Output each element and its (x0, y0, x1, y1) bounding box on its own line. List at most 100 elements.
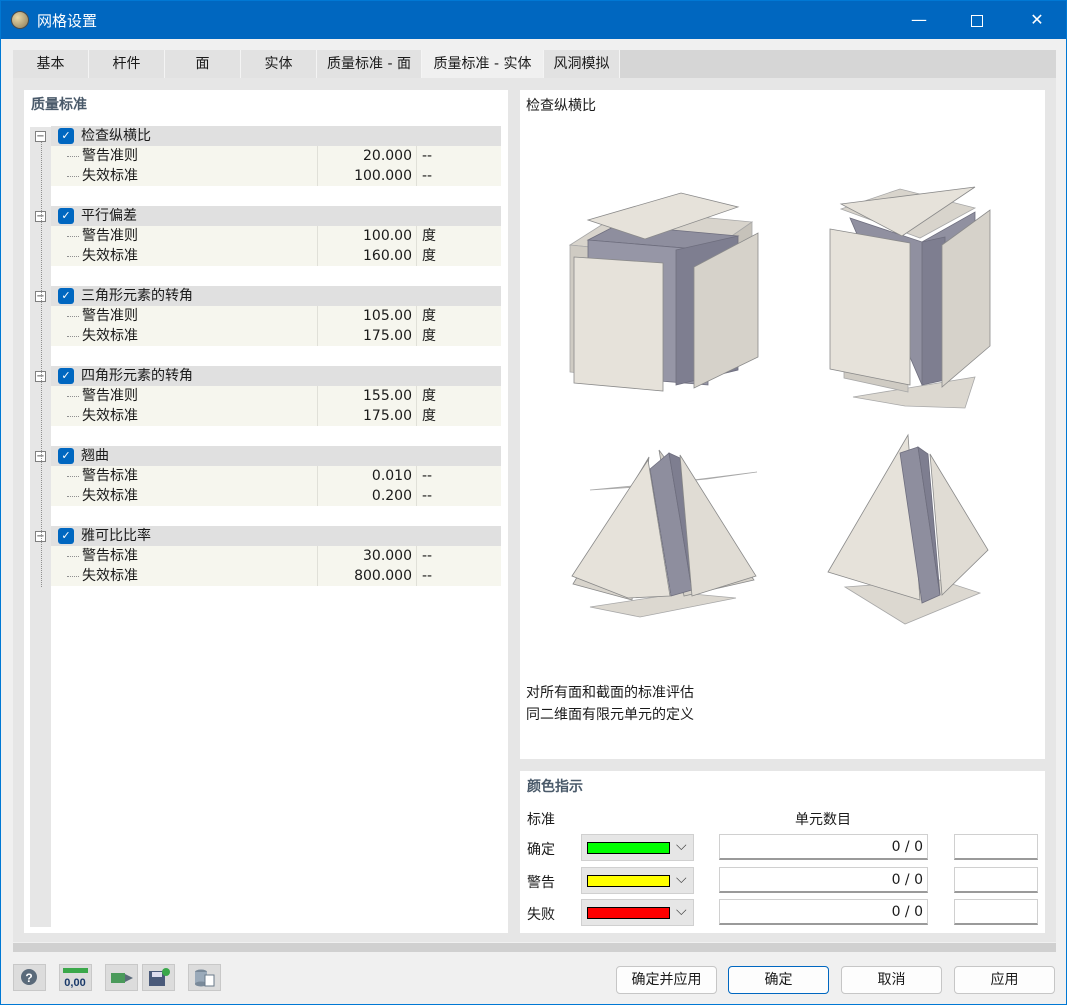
decimal-format-button[interactable]: 0,00 (59, 964, 92, 991)
unit-label: -- (422, 168, 433, 184)
group-triangle-angle: ✓ 三角形元素的转角 (51, 286, 501, 306)
ok-color-swatch (587, 842, 670, 854)
database-icon (195, 969, 215, 987)
ok-extra-field (954, 834, 1038, 860)
table-row: 失效标准 800.000 -- (51, 566, 501, 586)
group-parallel-deviation: ✓ 平行偏差 (51, 206, 501, 226)
row-label: 警告标准 (82, 548, 138, 564)
pyramid-diagram-2 (827, 433, 989, 625)
group-label: 雅可比比率 (81, 528, 151, 544)
group-label: 三角形元素的转角 (81, 288, 193, 304)
export-button[interactable] (105, 964, 138, 991)
warning-color-select[interactable]: ⌵ (581, 867, 694, 894)
tree-line (67, 236, 79, 237)
warning-value[interactable]: 20.000 (317, 146, 417, 166)
row-label: 警告标准 (82, 468, 138, 484)
jacobian-ratio-checkbox[interactable]: ✓ (58, 528, 74, 544)
tree-line (67, 576, 79, 577)
failure-value[interactable]: 100.000 (317, 166, 417, 186)
quad-angle-checkbox[interactable]: ✓ (58, 368, 74, 384)
tree-line (67, 256, 79, 257)
decimal-format-icon: 0,00 (63, 968, 88, 989)
warning-count: 0 / 0 (719, 867, 928, 893)
tree-line (67, 476, 79, 477)
table-row: 警告标准 0.010 -- (51, 466, 501, 486)
tab-basic[interactable]: 基本 (13, 50, 89, 78)
ok-button[interactable]: 确定 (728, 966, 829, 994)
group-label: 四角形元素的转角 (81, 368, 193, 384)
group-warping: ✓ 翘曲 (51, 446, 501, 466)
row-label: 失效标准 (82, 248, 138, 264)
app-icon (11, 11, 29, 29)
collapse-icon[interactable]: − (35, 131, 46, 142)
tab-members[interactable]: 杆件 (89, 50, 165, 78)
maximize-button[interactable] (951, 1, 1003, 39)
preview-note-line-2: 同二维面有限元单元的定义 (526, 707, 694, 723)
unit-label: 度 (422, 408, 436, 424)
tree-line (67, 416, 79, 417)
chevron-down-icon: ⌵ (676, 838, 687, 854)
warning-value[interactable]: 30.000 (317, 546, 417, 566)
warping-checkbox[interactable]: ✓ (58, 448, 74, 464)
cube-diagram-2 (829, 186, 991, 409)
row-label: 警告准则 (82, 388, 138, 404)
export-icon (111, 973, 133, 983)
dialog-window: 网格设置 — ✕ 基本 杆件 面 实体 质量标准 - 面 质量标准 - 实体 风… (0, 0, 1067, 1005)
window-title: 网格设置 (37, 12, 98, 30)
count-column-header: 单元数目 (795, 812, 851, 828)
apply-button[interactable]: 应用 (954, 966, 1055, 994)
tab-bar: 基本 杆件 面 实体 质量标准 - 面 质量标准 - 实体 风洞模拟 (13, 50, 1056, 78)
row-label: 失效标准 (82, 408, 138, 424)
minimize-button[interactable]: — (893, 1, 945, 39)
chevron-down-icon: ⌵ (676, 871, 687, 887)
tab-wind-simulation[interactable]: 风洞模拟 (544, 50, 620, 78)
decimal-icon-text: 0,00 (64, 977, 85, 989)
failure-label: 失败 (527, 907, 555, 923)
help-button[interactable]: ? (13, 964, 46, 991)
save-settings-button[interactable] (142, 964, 175, 991)
ok-and-apply-button[interactable]: 确定并应用 (616, 966, 717, 994)
table-row: 警告准则 155.00 度 (51, 386, 501, 406)
pyramid-diagram-1 (571, 449, 757, 618)
tree-line (67, 316, 79, 317)
failure-value[interactable]: 800.000 (317, 566, 417, 586)
tab-solids[interactable]: 实体 (241, 50, 317, 78)
warning-value[interactable]: 0.010 (317, 466, 417, 486)
triangle-angle-checkbox[interactable]: ✓ (58, 288, 74, 304)
table-row: 失效标准 175.00 度 (51, 326, 501, 346)
warning-value[interactable]: 155.00 (317, 386, 417, 406)
row-label: 警告准则 (82, 308, 138, 324)
warning-label: 警告 (527, 875, 555, 891)
tab-quality-solids[interactable]: 质量标准 - 实体 (422, 50, 544, 78)
bottom-separator (13, 943, 1056, 952)
color-indicator-title: 颜色指示 (527, 779, 583, 795)
parallel-deviation-checkbox[interactable]: ✓ (58, 208, 74, 224)
ok-count: 0 / 0 (719, 834, 928, 860)
failure-value[interactable]: 160.00 (317, 246, 417, 266)
group-label: 平行偏差 (81, 208, 137, 224)
table-row: 失效标准 175.00 度 (51, 406, 501, 426)
warning-value[interactable]: 105.00 (317, 306, 417, 326)
row-label: 失效标准 (82, 328, 138, 344)
row-label: 失效标准 (82, 168, 138, 184)
failure-value[interactable]: 0.200 (317, 486, 417, 506)
tab-surfaces[interactable]: 面 (165, 50, 241, 78)
close-button[interactable]: ✕ (1011, 1, 1063, 39)
tree-line (67, 496, 79, 497)
ok-color-select[interactable]: ⌵ (581, 834, 694, 861)
database-button[interactable] (188, 964, 221, 991)
tree-line (67, 556, 79, 557)
unit-label: 度 (422, 328, 436, 344)
aspect-ratio-checkbox[interactable]: ✓ (58, 128, 74, 144)
tab-quality-surfaces[interactable]: 质量标准 - 面 (317, 50, 422, 78)
failure-value[interactable]: 175.00 (317, 406, 417, 426)
table-row: 警告标准 30.000 -- (51, 546, 501, 566)
failure-color-select[interactable]: ⌵ (581, 899, 694, 926)
tree-line (41, 142, 42, 587)
warning-value[interactable]: 100.00 (317, 226, 417, 246)
maximize-icon (971, 14, 983, 27)
failure-value[interactable]: 175.00 (317, 326, 417, 346)
row-label: 警告准则 (82, 228, 138, 244)
cancel-button[interactable]: 取消 (841, 966, 942, 994)
preview-note-line-1: 对所有面和截面的标准评估 (526, 685, 694, 701)
